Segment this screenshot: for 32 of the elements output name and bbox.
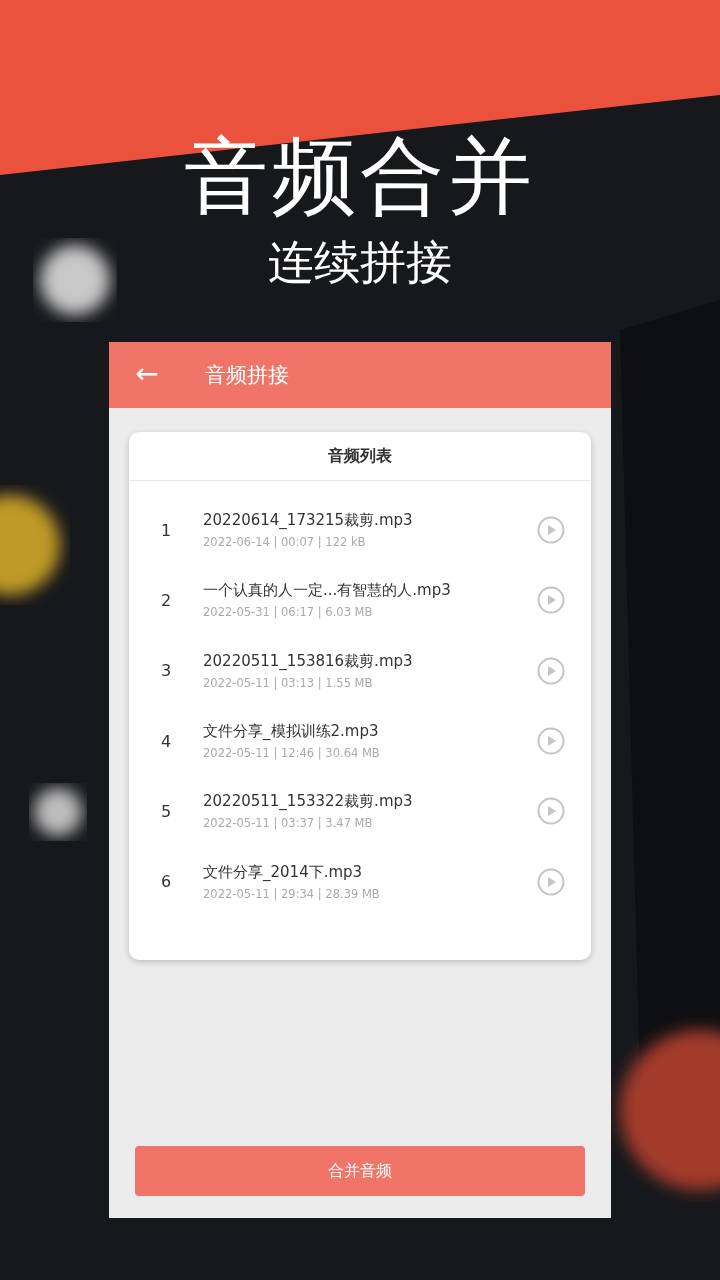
play-icon[interactable]: [537, 656, 565, 685]
blurred-light: [40, 245, 110, 315]
item-number: 1: [159, 520, 173, 540]
blurred-light: [34, 788, 82, 836]
file-details: 2022-05-11 | 03:13 | 1.55 MB: [203, 675, 374, 690]
file-name: 20220614_173215裁剪.mp3: [203, 511, 414, 531]
merge-button[interactable]: 合并音频: [135, 1146, 585, 1196]
item-number: 5: [159, 801, 173, 821]
file-details: 2022-05-31 | 06:17 | 6.03 MB: [203, 605, 374, 620]
file-name: 文件分享_模拟训练2.mp3: [203, 722, 380, 742]
file-details: 2022-06-14 | 00:07 | 122 kB: [203, 535, 367, 550]
screen-title: 音频拼接: [205, 362, 289, 389]
file-name: 一个认真的人一定...有智慧的人.mp3: [203, 581, 452, 601]
item-number: 3: [159, 661, 173, 681]
file-name: 20220511_153322裁剪.mp3: [203, 792, 414, 812]
file-details: 2022-05-11 | 29:34 | 28.39 MB: [203, 886, 381, 901]
play-icon[interactable]: [537, 516, 565, 545]
file-details: 2022-05-11 | 03:37 | 3.47 MB: [203, 816, 374, 831]
back-button[interactable]: ←: [109, 356, 185, 394]
play-icon[interactable]: [537, 797, 565, 826]
item-number: 4: [159, 731, 173, 751]
file-name: 20220511_153816裁剪.mp3: [203, 651, 414, 671]
subheadline: 连续拼接: [268, 234, 452, 290]
file-name: 文件分享_2014下.mp3: [203, 862, 364, 882]
item-number: 6: [159, 872, 173, 892]
play-icon[interactable]: [537, 586, 565, 615]
play-icon[interactable]: [537, 727, 565, 756]
item-number: 2: [159, 590, 173, 610]
file-details: 2022-05-11 | 12:46 | 30.64 MB: [203, 746, 381, 761]
headline: 音频合并: [184, 128, 536, 224]
play-icon[interactable]: [537, 867, 565, 896]
list-title: 音频列表: [129, 432, 591, 481]
